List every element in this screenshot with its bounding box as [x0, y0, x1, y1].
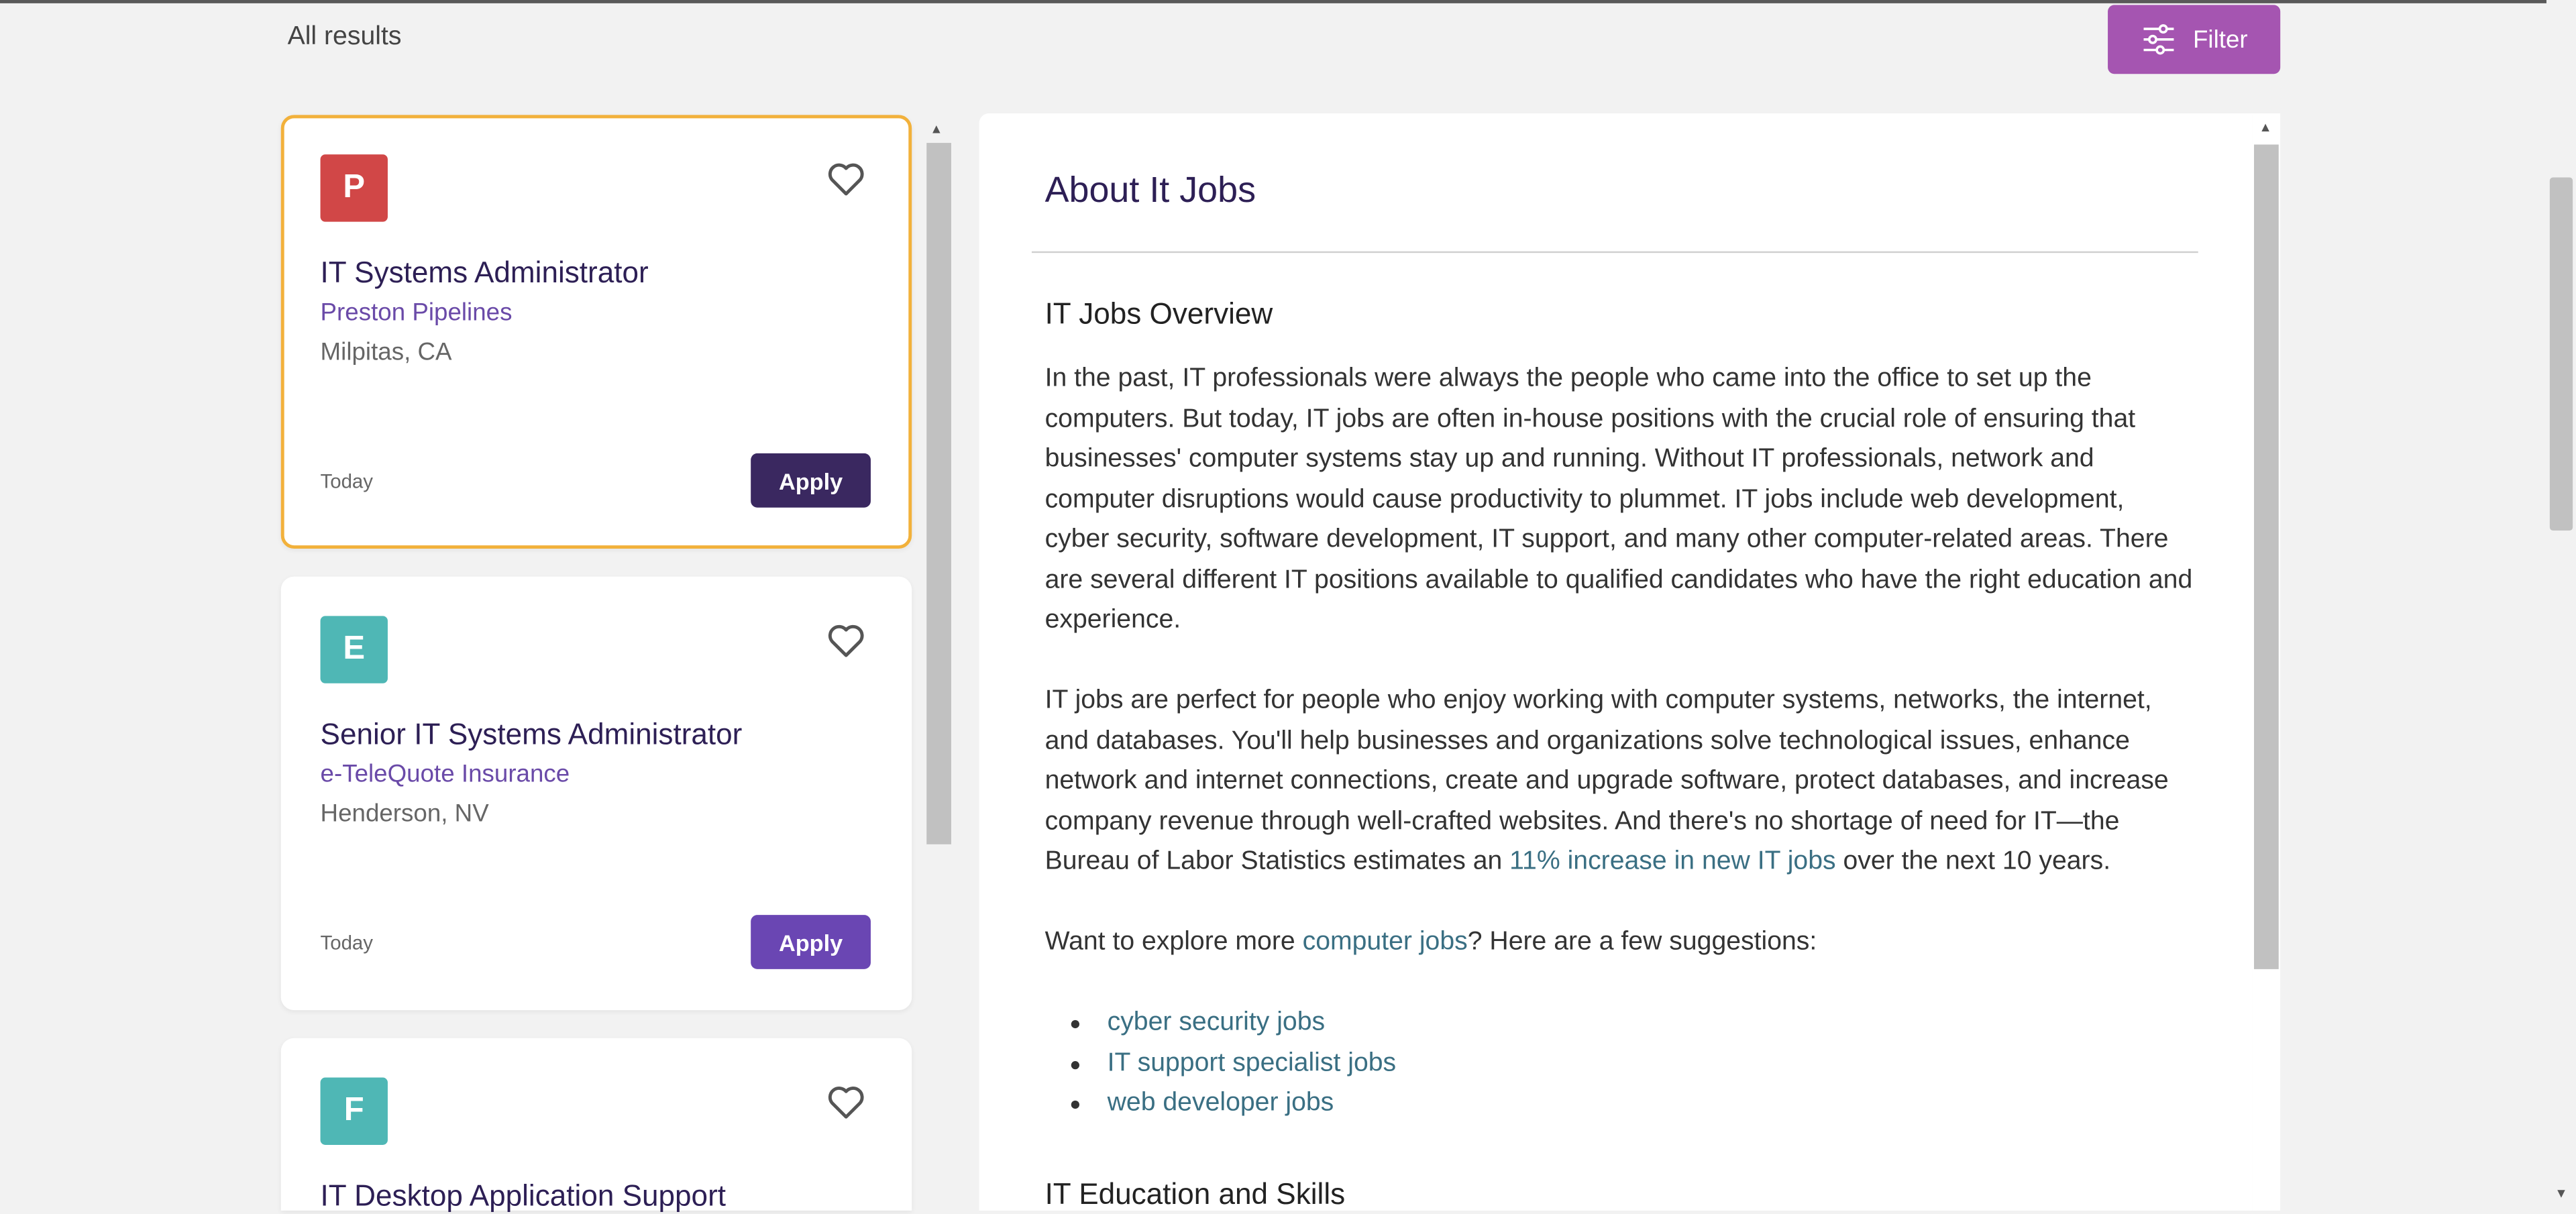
results-label: All results [287, 23, 402, 51]
detail-heading: About It Jobs [1044, 169, 1256, 211]
job-title[interactable]: IT Systems Administrator [321, 256, 649, 290]
heart-outline-icon[interactable] [826, 1084, 866, 1120]
it-support-jobs-link[interactable]: IT support specialist jobs [1108, 1049, 1397, 1077]
scrollbar-thumb[interactable] [2254, 144, 2279, 969]
page-scrollbar[interactable]: ▼ [2546, 0, 2576, 1211]
company-name: e-TeleQuote Insurance [320, 760, 570, 789]
posted-date: Today [320, 470, 373, 493]
it-jobs-increase-link[interactable]: 11% increase in new IT jobs [1509, 848, 1835, 876]
posted-date: Today [320, 931, 373, 954]
job-card[interactable]: F IT Desktop Application Support [280, 1038, 912, 1213]
company-logo: E [320, 616, 388, 683]
job-detail-panel: About It Jobs IT Jobs Overview In the pa… [979, 113, 2253, 1211]
heart-outline-icon[interactable] [826, 161, 866, 197]
scroll-up-arrow-icon[interactable]: ▲ [930, 121, 943, 136]
filter-button[interactable]: Filter [2108, 5, 2281, 74]
company-logo: F [320, 1077, 388, 1145]
scroll-up-arrow-icon[interactable]: ▲ [2259, 120, 2271, 135]
detail-scrollbar[interactable]: ▲ [2252, 113, 2281, 1211]
list-item: cyber security jobs [1045, 1003, 1397, 1044]
scroll-down-arrow-icon[interactable]: ▼ [2555, 1186, 2567, 1201]
job-title[interactable]: IT Desktop Application Support [321, 1179, 726, 1213]
overview-paragraph-2: IT jobs are perfect for people who enjoy… [1044, 686, 2169, 876]
filter-sliders-icon [2143, 24, 2174, 55]
company-logo: P [320, 154, 388, 222]
cyber-security-jobs-link[interactable]: cyber security jobs [1108, 1009, 1325, 1037]
job-list-scrollbar[interactable]: ▲ [925, 121, 951, 1211]
company-name: Preston Pipelines [320, 298, 513, 327]
scrollbar-thumb[interactable] [2549, 177, 2573, 531]
suggestion-list: cyber security jobs IT support specialis… [1045, 1003, 1397, 1124]
job-location: Henderson, NV [320, 799, 489, 828]
web-developer-jobs-link[interactable]: web developer jobs [1108, 1089, 1334, 1117]
heart-outline-icon[interactable] [826, 622, 866, 659]
education-heading: IT Education and Skills [1044, 1177, 1346, 1211]
filter-label: Filter [2192, 25, 2248, 54]
top-divider [0, 0, 2576, 3]
list-item: IT support specialist jobs [1045, 1044, 1397, 1084]
suggestions-intro: Want to explore more computer jobs? Here… [1044, 928, 1817, 956]
overview-heading: IT Jobs Overview [1044, 297, 1273, 331]
divider [1031, 251, 2198, 254]
apply-button[interactable]: Apply [751, 915, 871, 969]
job-card[interactable]: E Senior IT Systems Administrator e-Tele… [280, 576, 912, 1011]
apply-button[interactable]: Apply [751, 453, 871, 508]
computer-jobs-link[interactable]: computer jobs [1303, 928, 1468, 956]
scrollbar-thumb[interactable] [926, 143, 951, 844]
job-location: Milpitas, CA [320, 338, 452, 367]
overview-paragraph: In the past, IT professionals were alway… [1044, 364, 2193, 634]
job-title[interactable]: Senior IT Systems Administrator [321, 718, 743, 752]
list-item: web developer jobs [1045, 1084, 1397, 1124]
job-card[interactable]: P IT Systems Administrator Preston Pipel… [280, 115, 912, 549]
